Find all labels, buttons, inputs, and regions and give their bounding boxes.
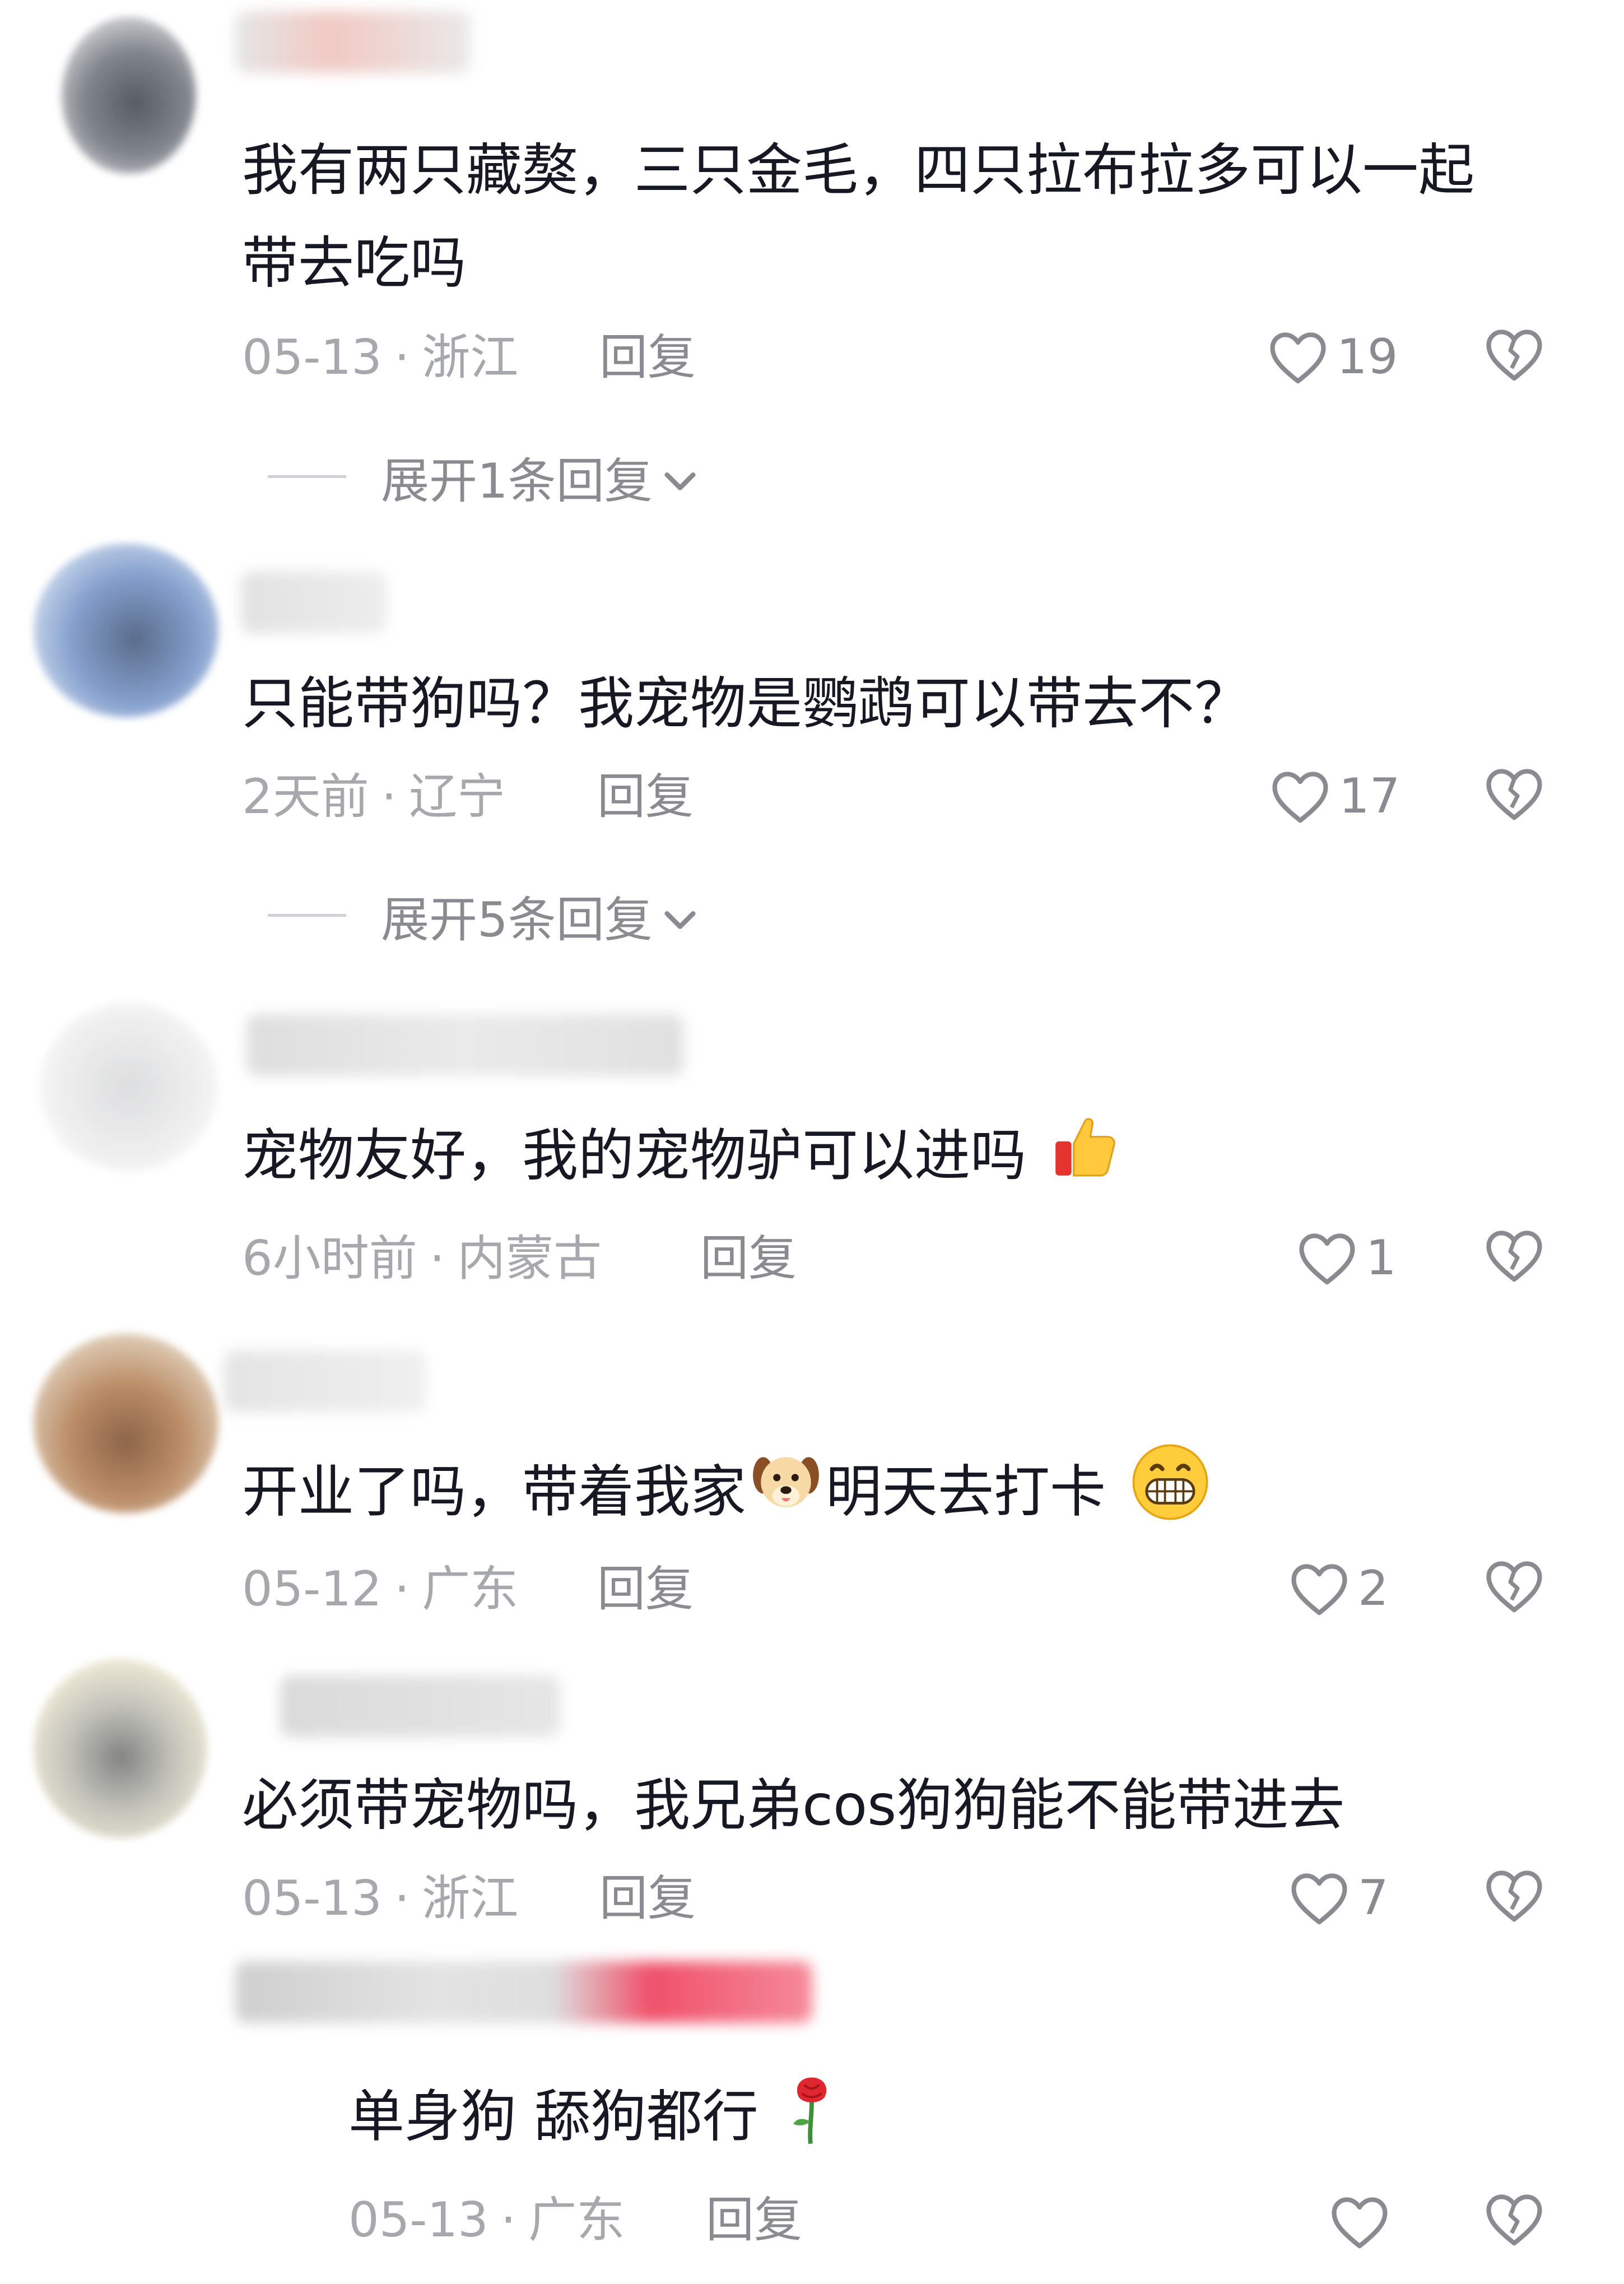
- dislike-button[interactable]: [1483, 1558, 1545, 1619]
- username-blurred[interactable]: [224, 1350, 426, 1412]
- expand-replies-label: 展开5条回复: [381, 892, 653, 948]
- like-button[interactable]: 17: [1269, 765, 1400, 827]
- thumbs-up-icon: [1049, 1109, 1122, 1209]
- dislike-button[interactable]: [1483, 326, 1545, 388]
- comment-text: 只能带狗吗？我宠物是鹦鹉可以带去不？: [242, 671, 1250, 736]
- chevron-down-icon: [653, 887, 697, 943]
- like-count: 19: [1337, 329, 1398, 385]
- comment-text: 我有两只藏獒，三只金毛，四只拉布拉多可以一起: [242, 137, 1474, 203]
- chevron-down-icon: [653, 448, 697, 504]
- comment-meta: 05-13 · 浙江: [242, 329, 518, 386]
- heart-icon: [1288, 1870, 1350, 1926]
- broken-heart-icon: [1483, 1227, 1545, 1283]
- reply-button[interactable]: 回复: [597, 1561, 694, 1617]
- reply-location: 广东: [528, 2192, 625, 2248]
- rose-icon: [781, 2068, 843, 2173]
- heart-icon: [1288, 1561, 1350, 1617]
- dislike-button-partial[interactable]: [1483, 2191, 1545, 2253]
- expand-replies-button[interactable]: 展开5条回复: [268, 884, 697, 948]
- meta-separator: ·: [381, 769, 397, 825]
- comment-text-before: 开业了吗，带着我家: [242, 1459, 746, 1525]
- broken-heart-icon: [1483, 326, 1545, 382]
- username-blurred[interactable]: [246, 1014, 683, 1076]
- comment-location: 广东: [422, 1561, 519, 1617]
- like-count: 2: [1358, 1561, 1389, 1617]
- reply-date: 05-13: [348, 2192, 488, 2248]
- divider-line: [268, 913, 346, 917]
- reply-button[interactable]: 回复: [597, 769, 694, 825]
- user-avatar[interactable]: [34, 1659, 207, 1838]
- comment-date: 05-13: [242, 1870, 382, 1926]
- meta-separator: ·: [500, 2192, 516, 2248]
- like-button-partial[interactable]: [1329, 2191, 1390, 2253]
- user-avatar[interactable]: [34, 1334, 218, 1513]
- username-blurred[interactable]: [235, 11, 471, 73]
- broken-heart-icon: [1483, 1558, 1545, 1614]
- comment-meta: 05-12 · 广东: [242, 1561, 518, 1617]
- user-avatar[interactable]: [39, 1003, 218, 1171]
- broken-heart-icon: [1483, 1867, 1545, 1923]
- comment-date: 2天前: [242, 769, 369, 825]
- comment-meta: 2天前 · 辽宁: [242, 769, 505, 825]
- username-blurred[interactable]: [280, 1675, 560, 1737]
- dog-face-icon: [750, 1446, 822, 1545]
- comment-date: 05-12: [242, 1561, 382, 1617]
- reply-button[interactable]: 回复: [700, 1231, 797, 1287]
- reply-meta: 05-13 · 广东: [348, 2192, 625, 2248]
- comment-text: 开业了吗，带着我家 明天去打卡: [242, 1440, 1212, 1551]
- reply-text-content: 单身狗 舔狗都行: [348, 2083, 759, 2150]
- comment-date: 6小时前: [242, 1231, 417, 1287]
- like-button[interactable]: 19: [1267, 326, 1398, 388]
- like-button[interactable]: 7: [1288, 1867, 1389, 1929]
- like-count: 7: [1358, 1870, 1389, 1926]
- expand-replies-label: 展开1条回复: [381, 453, 653, 509]
- comment-location: 浙江: [422, 329, 519, 386]
- like-button[interactable]: 1: [1296, 1227, 1397, 1289]
- grinning-face-icon: [1128, 1440, 1212, 1551]
- comment-text: 必须带宠物吗，我兄弟cos狗狗能不能带进去: [242, 1772, 1345, 1838]
- reply-button[interactable]: 回复: [599, 1870, 696, 1926]
- comment-date: 05-13: [242, 329, 382, 386]
- dislike-button[interactable]: [1483, 765, 1545, 827]
- comment-location: 辽宁: [409, 769, 506, 825]
- heart-icon: [1267, 329, 1329, 385]
- comment-location: 浙江: [422, 1870, 519, 1926]
- comment-text-content: 宠物友好，我的宠物驴可以进吗: [242, 1122, 1026, 1189]
- broken-heart-icon: [1483, 765, 1545, 821]
- reply-username-blurred[interactable]: [235, 1961, 812, 2023]
- reply-button[interactable]: 回复: [706, 2192, 802, 2248]
- meta-separator: ·: [429, 1231, 445, 1287]
- user-avatar[interactable]: [34, 544, 218, 717]
- user-avatar[interactable]: [62, 17, 196, 174]
- comment-text-line2: 带去吃吗: [242, 230, 466, 296]
- expand-replies-button[interactable]: 展开1条回复: [268, 445, 697, 509]
- comment-text: 宠物友好，我的宠物驴可以进吗: [242, 1109, 1122, 1209]
- meta-separator: ·: [394, 329, 410, 386]
- comment-meta: 05-13 · 浙江: [242, 1870, 518, 1926]
- meta-separator: ·: [394, 1561, 410, 1617]
- like-count: 1: [1366, 1230, 1397, 1286]
- reply-button[interactable]: 回复: [599, 329, 696, 386]
- like-button[interactable]: 2: [1288, 1558, 1389, 1619]
- comment-meta: 6小时前 · 内蒙古: [242, 1231, 602, 1287]
- comment-location: 内蒙古: [457, 1231, 602, 1287]
- meta-separator: ·: [394, 1870, 410, 1926]
- divider-line: [268, 475, 346, 478]
- reply-text: 单身狗 舔狗都行: [348, 2068, 843, 2173]
- dislike-button[interactable]: [1483, 1867, 1545, 1929]
- heart-icon: [1269, 768, 1331, 824]
- username-blurred[interactable]: [241, 572, 387, 633]
- broken-heart-icon: [1483, 2191, 1545, 2247]
- heart-icon: [1329, 2194, 1390, 2250]
- comment-text-after: 明天去打卡: [826, 1459, 1106, 1525]
- heart-icon: [1296, 1230, 1358, 1286]
- dislike-button[interactable]: [1483, 1227, 1545, 1289]
- like-count: 17: [1339, 768, 1400, 824]
